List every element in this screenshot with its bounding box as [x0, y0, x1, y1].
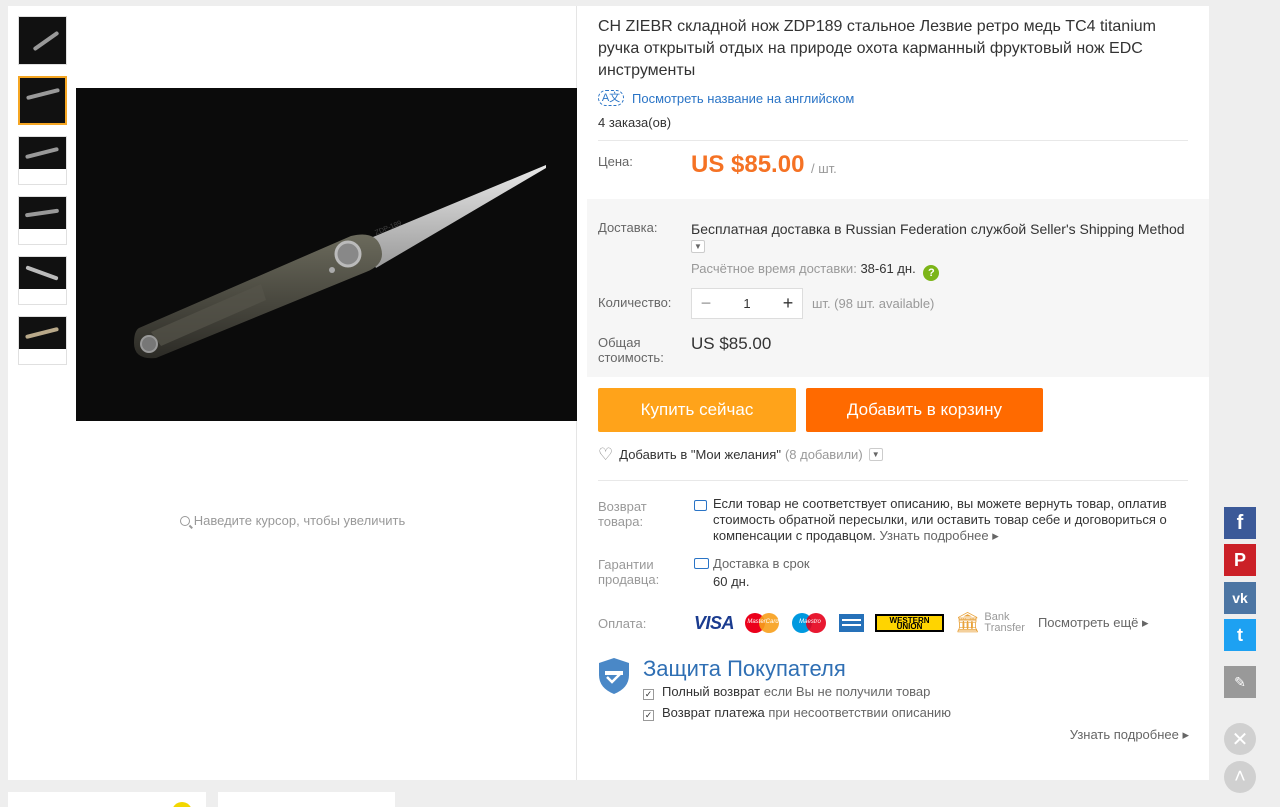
product-title: CH ZIEBR складной нож ZDP189 стальное Ле…: [598, 18, 1156, 79]
price-row: Цена: US $85.00 / шт.: [598, 151, 1209, 199]
bank-transfer-icon: 🏛 Bank Transfer: [955, 611, 1025, 634]
translate-link[interactable]: A文 Посмотреть название на английском: [598, 90, 1209, 106]
amex-icon: [839, 614, 865, 632]
thumbnail-5[interactable]: [18, 256, 67, 305]
quantity-input[interactable]: 1: [720, 296, 774, 311]
quantity-decrease-button[interactable]: −: [692, 293, 720, 314]
wishlist-label[interactable]: Добавить в "Мои желания": [619, 447, 781, 462]
zoom-hint-text: Наведите курсор, чтобы увеличить: [193, 513, 406, 528]
thumbnail-1[interactable]: [18, 16, 67, 65]
delivery-time-label: Расчётное время доставки:: [691, 261, 857, 276]
orders-count: 4 заказа(ов): [598, 115, 672, 130]
shipping-info: Бесплатная доставка в Russian Federation…: [691, 221, 1211, 253]
western-union-icon: WESTERN UNION: [875, 614, 945, 632]
divider: [598, 480, 1188, 481]
guarantee-label: Гарантии продавца:: [598, 557, 660, 587]
check-icon: ✓: [643, 710, 654, 721]
guarantee-line-2: 60 дн.: [713, 574, 750, 589]
help-icon[interactable]: ?: [923, 265, 940, 281]
scroll-to-top-icon[interactable]: ˄: [1224, 761, 1256, 793]
divider: [598, 140, 1188, 141]
quantity-increase-button[interactable]: +: [774, 293, 802, 314]
payment-methods: VISA MasterCard Maestro WESTERN UNION 🏛 …: [694, 611, 1149, 635]
price-per-unit: / шт.: [811, 161, 837, 176]
delivery-time: Расчётное время доставки: 38-61 дн. ?: [691, 261, 940, 281]
translate-link-text: Посмотреть название на английском: [632, 90, 855, 106]
shipping-location[interactable]: Russian Federation: [845, 221, 966, 237]
total-label: Общая стоимость:: [598, 335, 664, 365]
chevron-down-icon[interactable]: ▼: [868, 448, 883, 461]
total-value: US $85.00: [691, 334, 772, 353]
add-to-cart-button[interactable]: Добавить в корзину: [806, 388, 1043, 432]
buy-now-button[interactable]: Купить сейчас: [598, 388, 796, 432]
product-info: CH ZIEBR складной нож ZDP189 стальное Ле…: [587, 6, 1209, 742]
guarantee-text: Доставка в срок 60 дн.: [713, 555, 810, 591]
guarantee-line-1: Доставка в срок: [713, 556, 810, 571]
protection-learn-more-link[interactable]: Узнать подробнее ▸: [1070, 727, 1189, 743]
mastercard-icon: MasterCard: [745, 613, 781, 633]
wishlist-row[interactable]: ♡ Добавить в "Мои желания" (8 добавили) …: [598, 444, 883, 464]
truck-icon: [694, 558, 709, 569]
vk-share-button[interactable]: vk: [1224, 582, 1256, 614]
shipping-method[interactable]: Seller's Shipping Method: [1030, 221, 1184, 237]
protection-item-payment-return: ✓ Возврат платежа при несоответствии опис…: [643, 705, 952, 721]
image-gallery: ZDP-189 Наведите курсор, чтобы увеличить: [8, 6, 577, 780]
return-icon: [694, 500, 707, 511]
price-label: Цена:: [598, 154, 633, 169]
payment-see-more-link[interactable]: Посмотреть ещё ▸: [1038, 615, 1149, 631]
returns-learn-more-link[interactable]: Узнать подробнее ▸: [880, 528, 999, 543]
product-card: ZDP-189 Наведите курсор, чтобы увеличить…: [8, 6, 1209, 780]
zoom-hint: Наведите курсор, чтобы увеличить: [8, 513, 577, 528]
pinterest-share-button[interactable]: P: [1224, 544, 1256, 576]
quantity-available: шт. (98 шт. available): [812, 296, 935, 311]
shipping-by-text: службой: [970, 221, 1027, 237]
payment-label: Оплата:: [598, 616, 647, 631]
protection-item-full-refund: ✓ Полный возврат если Вы не получили това…: [643, 684, 931, 700]
thumbnail-6[interactable]: [18, 316, 67, 365]
free-shipping-text: Бесплатная доставка в: [691, 221, 842, 237]
shield-icon: [599, 658, 629, 694]
returns-text: Если товар не соответствует описанию, вы…: [713, 496, 1173, 544]
maestro-icon: Maestro: [792, 613, 828, 633]
bottom-tab-2[interactable]: [218, 792, 395, 807]
facebook-share-button[interactable]: f: [1224, 507, 1256, 539]
delivery-time-value: 38-61 дн.: [860, 261, 916, 276]
price-value: US $85.00: [691, 151, 805, 178]
heart-icon: ♡: [598, 444, 614, 464]
main-product-image[interactable]: ZDP-189: [76, 88, 577, 421]
buyer-protection-title: Защита Покупателя: [643, 656, 846, 681]
close-icon[interactable]: ✕: [1224, 723, 1256, 755]
edit-icon[interactable]: ✎: [1224, 666, 1256, 698]
thumbnail-2[interactable]: [18, 76, 67, 125]
magnifier-icon: [179, 516, 190, 526]
thumbnail-list: [18, 16, 67, 376]
thumbnail-3[interactable]: [18, 136, 67, 185]
quantity-stepper: − 1 +: [691, 288, 803, 319]
twitter-share-button[interactable]: t: [1224, 619, 1256, 651]
knife-image: ZDP-189: [134, 165, 546, 359]
quantity-label: Количество:: [598, 295, 672, 310]
thumbnail-4[interactable]: [18, 196, 67, 245]
translate-icon: A文: [598, 90, 624, 106]
chevron-down-icon[interactable]: ▼: [691, 239, 705, 253]
visa-icon: VISA: [694, 612, 735, 633]
check-icon: ✓: [643, 689, 654, 700]
wishlist-count: (8 добавили): [784, 447, 863, 462]
returns-label: Возврат товара:: [598, 499, 647, 529]
shipping-label: Доставка:: [598, 220, 658, 235]
